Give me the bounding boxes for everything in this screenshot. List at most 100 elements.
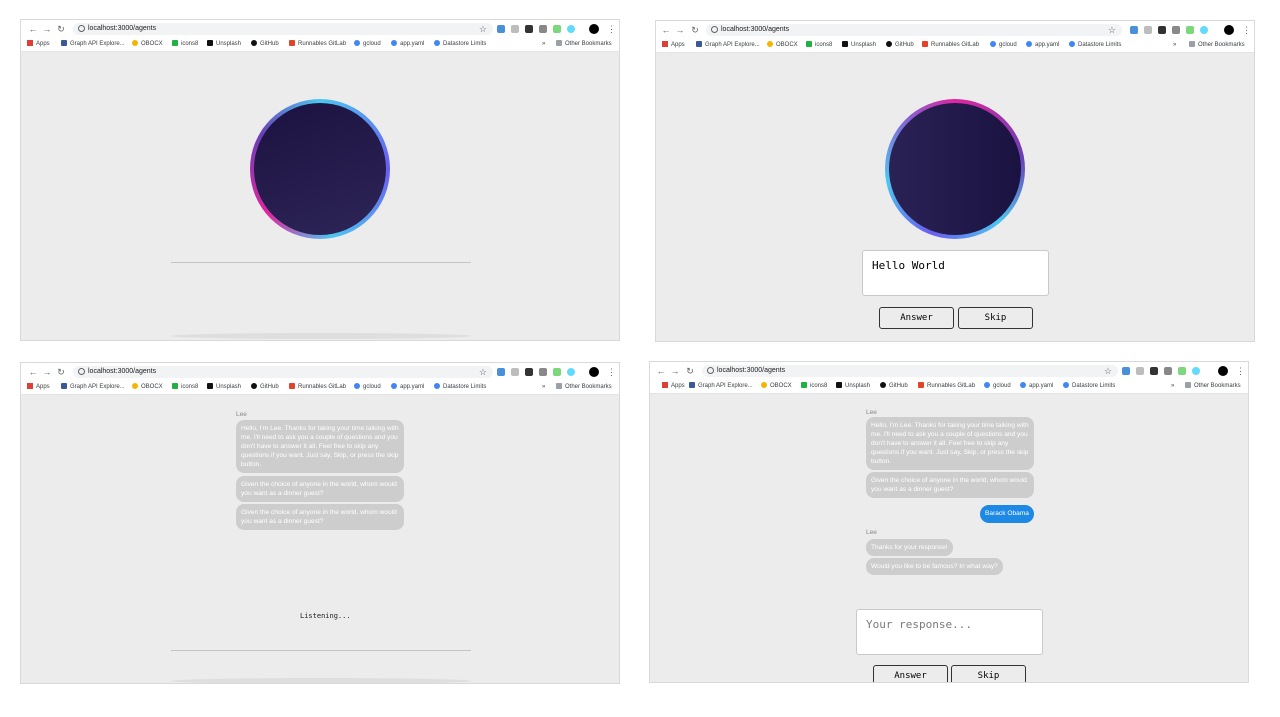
- forward-icon[interactable]: →: [674, 23, 686, 37]
- extension-icon[interactable]: [497, 25, 505, 33]
- back-icon[interactable]: ←: [660, 23, 672, 37]
- bookmark-unsplash[interactable]: Unsplash: [207, 381, 241, 393]
- back-icon[interactable]: ←: [27, 365, 39, 379]
- extension-icon[interactable]: [553, 25, 561, 33]
- extension-icon[interactable]: [511, 25, 519, 33]
- menu-icon[interactable]: ⋮: [1236, 364, 1245, 378]
- other-bookmarks[interactable]: Other Bookmarks: [556, 381, 612, 393]
- pocket-icon[interactable]: [525, 368, 533, 376]
- profile-avatar[interactable]: [589, 367, 599, 377]
- bookmark-icons8[interactable]: icons8: [172, 38, 198, 50]
- menu-icon[interactable]: ⋮: [607, 365, 616, 379]
- bookmark-gitlab[interactable]: Runnables GitLab: [289, 38, 346, 50]
- bookmark-datastore[interactable]: Datastore Limits: [434, 38, 486, 50]
- react-devtools-icon[interactable]: [1200, 26, 1208, 34]
- reload-icon[interactable]: ↻: [55, 365, 67, 379]
- reload-icon[interactable]: ↻: [55, 22, 67, 36]
- more-bookmarks[interactable]: »: [1171, 380, 1174, 392]
- react-devtools-icon[interactable]: [567, 368, 575, 376]
- profile-avatar[interactable]: [1218, 366, 1228, 376]
- bookmark-gitlab[interactable]: Runnables GitLab: [289, 381, 346, 393]
- profile-avatar[interactable]: [1224, 25, 1234, 35]
- extension-icon[interactable]: [497, 368, 505, 376]
- address-bar[interactable]: localhost:3000/agents ☆: [73, 366, 493, 378]
- bookmark-apps[interactable]: Apps: [662, 380, 685, 392]
- bookmark-gcloud[interactable]: gcloud: [354, 38, 381, 50]
- bookmark-icons8[interactable]: icons8: [172, 381, 198, 393]
- forward-icon[interactable]: →: [41, 365, 53, 379]
- bookmark-unsplash[interactable]: Unsplash: [842, 39, 876, 51]
- bookmark-gitlab[interactable]: Runnables GitLab: [922, 39, 979, 51]
- bookmark-datastore[interactable]: Datastore Limits: [1069, 39, 1121, 51]
- bookmark-gcloud[interactable]: gcloud: [990, 39, 1017, 51]
- bookmark-app-yaml[interactable]: app.yaml: [1020, 380, 1053, 392]
- cast-icon[interactable]: [539, 368, 547, 376]
- bookmark-apps[interactable]: Apps: [27, 38, 50, 50]
- address-bar[interactable]: localhost:3000/agents ☆: [73, 23, 493, 35]
- extension-icon[interactable]: [1186, 26, 1194, 34]
- extension-icon[interactable]: [553, 368, 561, 376]
- menu-icon[interactable]: ⋮: [607, 22, 616, 36]
- menu-icon[interactable]: ⋮: [1242, 23, 1251, 37]
- bookmark-obocx[interactable]: OBOCX: [761, 380, 792, 392]
- address-bar[interactable]: localhost:3000/agents ☆: [706, 24, 1122, 36]
- address-bar[interactable]: localhost:3000/agents ☆: [702, 365, 1118, 377]
- bookmark-datastore[interactable]: Datastore Limits: [434, 381, 486, 393]
- bookmark-github[interactable]: GitHub: [251, 381, 279, 393]
- bookmark-datastore[interactable]: Datastore Limits: [1063, 380, 1115, 392]
- extension-icon[interactable]: [1122, 367, 1130, 375]
- bookmark-app-yaml[interactable]: app.yaml: [391, 381, 424, 393]
- bookmark-gcloud[interactable]: gcloud: [354, 381, 381, 393]
- back-icon[interactable]: ←: [655, 364, 667, 378]
- other-bookmarks[interactable]: Other Bookmarks: [556, 38, 612, 50]
- bookmark-obocx[interactable]: OBOCX: [767, 39, 798, 51]
- response-input[interactable]: Hello World: [862, 250, 1049, 296]
- answer-button[interactable]: Answer: [873, 665, 948, 682]
- bookmark-apps[interactable]: Apps: [27, 381, 50, 393]
- react-devtools-icon[interactable]: [567, 25, 575, 33]
- bookmark-icons8[interactable]: icons8: [806, 39, 832, 51]
- cast-icon[interactable]: [1172, 26, 1180, 34]
- skip-button[interactable]: Skip: [951, 665, 1026, 682]
- skip-button[interactable]: Skip: [958, 307, 1033, 329]
- bookmark-unsplash[interactable]: Unsplash: [207, 38, 241, 50]
- answer-button[interactable]: Answer: [879, 307, 954, 329]
- react-devtools-icon[interactable]: [1192, 367, 1200, 375]
- bookmark-graph-api[interactable]: Graph API Explore...: [61, 381, 125, 393]
- bookmark-app-yaml[interactable]: app.yaml: [391, 38, 424, 50]
- bookmark-unsplash[interactable]: Unsplash: [836, 380, 870, 392]
- bookmark-obocx[interactable]: OBOCX: [132, 381, 163, 393]
- bookmark-github[interactable]: GitHub: [886, 39, 914, 51]
- pocket-icon[interactable]: [1158, 26, 1166, 34]
- extension-icon[interactable]: [511, 368, 519, 376]
- bookmark-star-icon[interactable]: ☆: [1104, 365, 1112, 377]
- other-bookmarks[interactable]: Other Bookmarks: [1189, 39, 1245, 51]
- extension-icon[interactable]: [1178, 367, 1186, 375]
- bookmark-graph-api[interactable]: Graph API Explore...: [689, 380, 753, 392]
- more-bookmarks[interactable]: »: [1173, 39, 1176, 51]
- forward-icon[interactable]: →: [41, 22, 53, 36]
- bookmark-gcloud[interactable]: gcloud: [984, 380, 1011, 392]
- bookmark-github[interactable]: GitHub: [880, 380, 908, 392]
- response-input[interactable]: Your response...: [856, 609, 1043, 655]
- bookmark-star-icon[interactable]: ☆: [479, 366, 487, 378]
- bookmark-obocx[interactable]: OBOCX: [132, 38, 163, 50]
- reload-icon[interactable]: ↻: [684, 364, 696, 378]
- extension-icon[interactable]: [1130, 26, 1138, 34]
- reload-icon[interactable]: ↻: [689, 23, 701, 37]
- extension-icon[interactable]: [1144, 26, 1152, 34]
- pocket-icon[interactable]: [525, 25, 533, 33]
- cast-icon[interactable]: [1164, 367, 1172, 375]
- bookmark-gitlab[interactable]: Runnables GitLab: [918, 380, 975, 392]
- bookmark-graph-api[interactable]: Graph API Explore...: [61, 38, 125, 50]
- profile-avatar[interactable]: [589, 24, 599, 34]
- back-icon[interactable]: ←: [27, 22, 39, 36]
- bookmark-star-icon[interactable]: ☆: [479, 23, 487, 35]
- forward-icon[interactable]: →: [669, 364, 681, 378]
- pocket-icon[interactable]: [1150, 367, 1158, 375]
- bookmark-apps[interactable]: Apps: [662, 39, 685, 51]
- bookmark-icons8[interactable]: icons8: [801, 380, 827, 392]
- more-bookmarks[interactable]: »: [542, 381, 545, 393]
- cast-icon[interactable]: [539, 25, 547, 33]
- bookmark-graph-api[interactable]: Graph API Explore...: [696, 39, 760, 51]
